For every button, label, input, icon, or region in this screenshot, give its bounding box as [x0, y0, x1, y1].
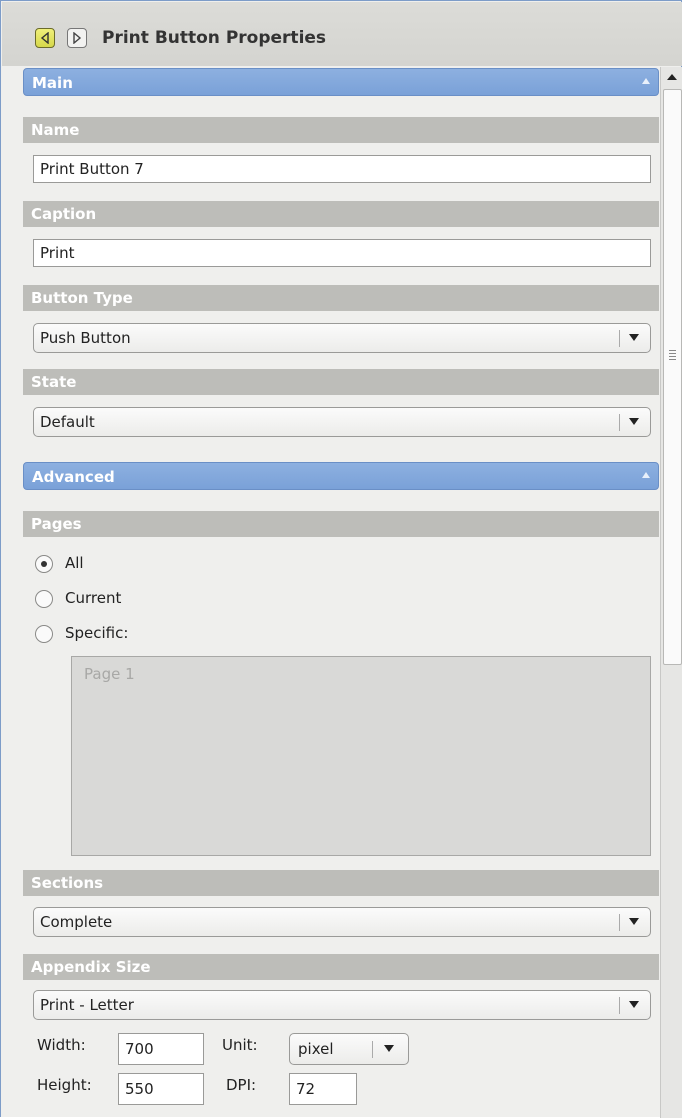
appendix-size-label: Appendix Size	[23, 954, 659, 980]
radio-label: Current	[65, 589, 122, 607]
grip-icon	[669, 350, 676, 362]
arrow-left-icon	[40, 32, 49, 44]
specific-pages-placeholder: Page 1	[84, 665, 135, 683]
properties-panel: Print Button Properties Main Name Print …	[0, 0, 682, 1118]
unit-select[interactable]: pixel	[289, 1033, 409, 1065]
unit-value: pixel	[298, 1040, 334, 1058]
pages-label: Pages	[23, 511, 659, 537]
width-label: Width:	[37, 1036, 86, 1054]
panel-title: Print Button Properties	[102, 28, 327, 48]
chevron-down-icon	[629, 418, 639, 425]
arrow-right-icon	[73, 32, 82, 44]
chevron-down-icon	[629, 334, 639, 341]
section-header-main[interactable]: Main	[23, 68, 659, 96]
appendix-size-select[interactable]: Print - Letter	[33, 990, 651, 1020]
caption-field[interactable]: Print	[33, 239, 651, 267]
sections-select[interactable]: Complete	[33, 907, 651, 937]
height-label: Height:	[37, 1076, 92, 1094]
chevron-down-icon	[629, 1001, 639, 1008]
scroll-up-button[interactable]	[661, 67, 682, 87]
height-field[interactable]: 550	[118, 1073, 204, 1105]
dpi-label: DPI:	[226, 1076, 257, 1094]
name-field[interactable]: Print Button 7	[33, 155, 651, 183]
chevron-down-icon	[629, 918, 639, 925]
unit-label: Unit:	[222, 1036, 258, 1054]
sections-value: Complete	[40, 913, 113, 931]
section-title: Advanced	[32, 468, 115, 486]
state-label: State	[23, 369, 659, 395]
title-bar: Print Button Properties	[2, 2, 682, 66]
radio-button[interactable]	[35, 590, 53, 608]
specific-pages-field[interactable]: Page 1	[71, 656, 651, 856]
forward-button[interactable]	[67, 28, 87, 48]
radio-label: All	[65, 554, 84, 572]
scroll-thumb[interactable]	[663, 89, 682, 665]
radio-label: Specific:	[65, 624, 129, 642]
back-button[interactable]	[35, 28, 55, 48]
width-field[interactable]: 700	[118, 1033, 204, 1065]
radio-button[interactable]	[35, 555, 53, 573]
collapse-icon[interactable]	[642, 472, 650, 478]
state-select[interactable]: Default	[33, 407, 651, 437]
button-type-select[interactable]: Push Button	[33, 323, 651, 353]
caption-label: Caption	[23, 201, 659, 227]
collapse-icon[interactable]	[642, 78, 650, 84]
state-value: Default	[40, 413, 95, 431]
section-title: Main	[32, 74, 73, 92]
name-label: Name	[23, 117, 659, 143]
section-header-advanced[interactable]: Advanced	[23, 462, 659, 490]
button-type-label: Button Type	[23, 285, 659, 311]
chevron-down-icon	[384, 1045, 394, 1052]
button-type-value: Push Button	[40, 329, 131, 347]
triangle-up-icon	[667, 74, 677, 80]
sections-label: Sections	[23, 870, 659, 896]
appendix-size-value: Print - Letter	[40, 996, 134, 1014]
radio-button[interactable]	[35, 625, 53, 643]
vertical-scrollbar[interactable]	[660, 67, 682, 1118]
dpi-field[interactable]: 72	[289, 1073, 357, 1105]
